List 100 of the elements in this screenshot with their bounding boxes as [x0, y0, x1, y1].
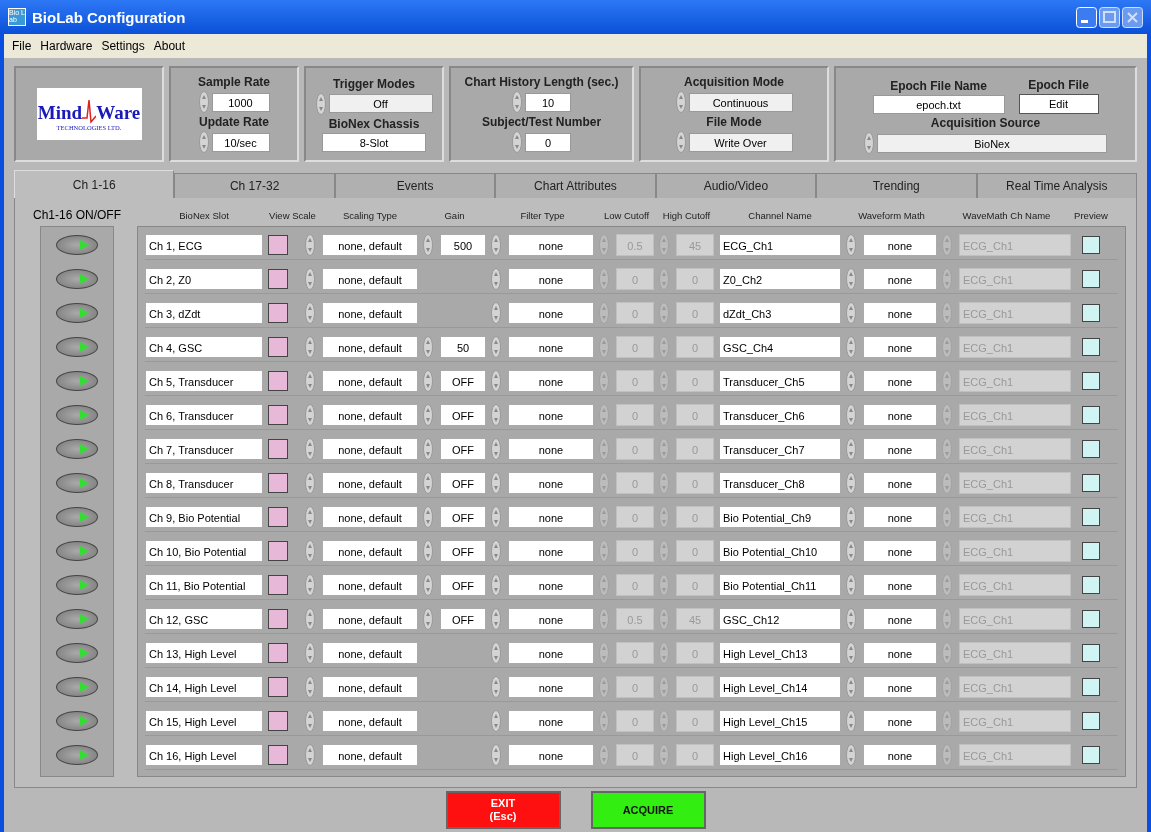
- spin-arrows[interactable]: [305, 268, 315, 290]
- tab[interactable]: Chart Attributes: [495, 173, 656, 198]
- slot-field[interactable]: Ch 9, Bio Potential: [145, 506, 263, 528]
- color-swatch[interactable]: [268, 575, 288, 595]
- channel-toggle[interactable]: [56, 303, 98, 323]
- spin-arrows[interactable]: [846, 710, 856, 732]
- channel-toggle[interactable]: [56, 371, 98, 391]
- preview-checkbox[interactable]: [1082, 372, 1100, 390]
- minimize-icon[interactable]: [1076, 6, 1097, 28]
- spin-arrows[interactable]: [491, 438, 501, 460]
- spin-arrows[interactable]: [423, 404, 433, 426]
- slot-field[interactable]: Ch 7, Transducer: [145, 438, 263, 460]
- scaling-field[interactable]: none, default: [322, 642, 418, 664]
- maximize-icon[interactable]: [1099, 6, 1120, 28]
- filter-field[interactable]: none: [508, 472, 594, 494]
- math-field[interactable]: none: [863, 234, 937, 256]
- tab[interactable]: Audio/Video: [655, 173, 817, 198]
- scaling-field[interactable]: none, default: [322, 438, 418, 460]
- spin-arrows[interactable]: [198, 131, 209, 153]
- acquire-button[interactable]: ACQUIRE: [590, 791, 706, 829]
- spin-arrows[interactable]: [315, 92, 326, 115]
- scaling-field[interactable]: none, default: [322, 336, 418, 358]
- preview-checkbox[interactable]: [1082, 746, 1100, 764]
- gain-field[interactable]: OFF: [440, 506, 486, 528]
- spin-arrows[interactable]: [846, 234, 856, 256]
- close-icon[interactable]: [1122, 6, 1143, 28]
- spin-arrows[interactable]: [491, 642, 501, 664]
- spin-arrows[interactable]: [491, 234, 501, 256]
- math-field[interactable]: none: [863, 438, 937, 460]
- math-field[interactable]: none: [863, 472, 937, 494]
- spin-arrows[interactable]: [846, 574, 856, 596]
- gain-field[interactable]: OFF: [440, 370, 486, 392]
- sample-rate-field[interactable]: 1000: [211, 92, 270, 112]
- update-rate-field[interactable]: 10/sec: [211, 132, 270, 152]
- slot-field[interactable]: Ch 8, Transducer: [145, 472, 263, 494]
- preview-checkbox[interactable]: [1082, 474, 1100, 492]
- menu-item[interactable]: Hardware: [40, 39, 93, 53]
- color-swatch[interactable]: [268, 269, 288, 289]
- channel-name-field[interactable]: Z0_Ch2: [719, 268, 841, 290]
- exit-button[interactable]: EXIT (Esc): [445, 791, 561, 829]
- preview-checkbox[interactable]: [1082, 644, 1100, 662]
- preview-checkbox[interactable]: [1082, 576, 1100, 594]
- channel-name-field[interactable]: dZdt_Ch3: [719, 302, 841, 324]
- filter-field[interactable]: none: [508, 506, 594, 528]
- tab[interactable]: Events: [334, 173, 496, 198]
- channel-name-field[interactable]: Transducer_Ch7: [719, 438, 841, 460]
- spin-arrows[interactable]: [423, 438, 433, 460]
- spin-arrows[interactable]: [512, 91, 522, 113]
- color-swatch[interactable]: [268, 745, 288, 765]
- gain-field[interactable]: OFF: [440, 608, 486, 630]
- preview-checkbox[interactable]: [1082, 338, 1100, 356]
- color-swatch[interactable]: [268, 405, 288, 425]
- menu-item[interactable]: Settings: [101, 39, 145, 53]
- slot-field[interactable]: Ch 1, ECG: [145, 234, 263, 256]
- preview-checkbox[interactable]: [1082, 508, 1100, 526]
- spin-arrows[interactable]: [675, 131, 686, 153]
- gain-field[interactable]: OFF: [440, 438, 486, 460]
- channel-name-field[interactable]: Transducer_Ch6: [719, 404, 841, 426]
- history-length-field[interactable]: 10: [525, 92, 571, 112]
- channel-toggle[interactable]: [56, 337, 98, 357]
- color-swatch[interactable]: [268, 609, 288, 629]
- color-swatch[interactable]: [268, 303, 288, 323]
- math-field[interactable]: none: [863, 676, 937, 698]
- channel-toggle[interactable]: [56, 405, 98, 425]
- channel-name-field[interactable]: High Level_Ch13: [719, 642, 841, 664]
- filter-field[interactable]: none: [508, 710, 594, 732]
- spin-arrows[interactable]: [305, 472, 315, 494]
- channel-toggle[interactable]: [56, 745, 98, 765]
- spin-arrows[interactable]: [305, 642, 315, 664]
- channel-toggle[interactable]: [56, 473, 98, 493]
- spin-arrows[interactable]: [846, 506, 856, 528]
- math-field[interactable]: none: [863, 608, 937, 630]
- slot-field[interactable]: Ch 16, High Level: [145, 744, 263, 766]
- filter-field[interactable]: none: [508, 540, 594, 562]
- math-field[interactable]: none: [863, 574, 937, 596]
- tab[interactable]: Ch 17-32: [174, 173, 335, 198]
- spin-arrows[interactable]: [305, 744, 315, 766]
- channel-name-field[interactable]: Bio Potential_Ch9: [719, 506, 841, 528]
- spin-arrows[interactable]: [675, 91, 686, 113]
- filter-field[interactable]: none: [508, 642, 594, 664]
- scaling-field[interactable]: none, default: [322, 404, 418, 426]
- spin-arrows[interactable]: [423, 506, 433, 528]
- gain-field[interactable]: OFF: [440, 404, 486, 426]
- math-field[interactable]: none: [863, 302, 937, 324]
- scaling-field[interactable]: none, default: [322, 302, 418, 324]
- math-field[interactable]: none: [863, 370, 937, 392]
- color-swatch[interactable]: [268, 541, 288, 561]
- channel-name-field[interactable]: Transducer_Ch5: [719, 370, 841, 392]
- channel-toggle[interactable]: [56, 269, 98, 289]
- channel-name-field[interactable]: GSC_Ch4: [719, 336, 841, 358]
- math-field[interactable]: none: [863, 268, 937, 290]
- scaling-field[interactable]: none, default: [322, 676, 418, 698]
- spin-arrows[interactable]: [512, 131, 522, 153]
- spin-arrows[interactable]: [846, 438, 856, 460]
- spin-arrows[interactable]: [305, 370, 315, 392]
- channel-name-field[interactable]: ECG_Ch1: [719, 234, 841, 256]
- spin-arrows[interactable]: [491, 472, 501, 494]
- spin-arrows[interactable]: [846, 676, 856, 698]
- spin-arrows[interactable]: [305, 404, 315, 426]
- spin-arrows[interactable]: [305, 574, 315, 596]
